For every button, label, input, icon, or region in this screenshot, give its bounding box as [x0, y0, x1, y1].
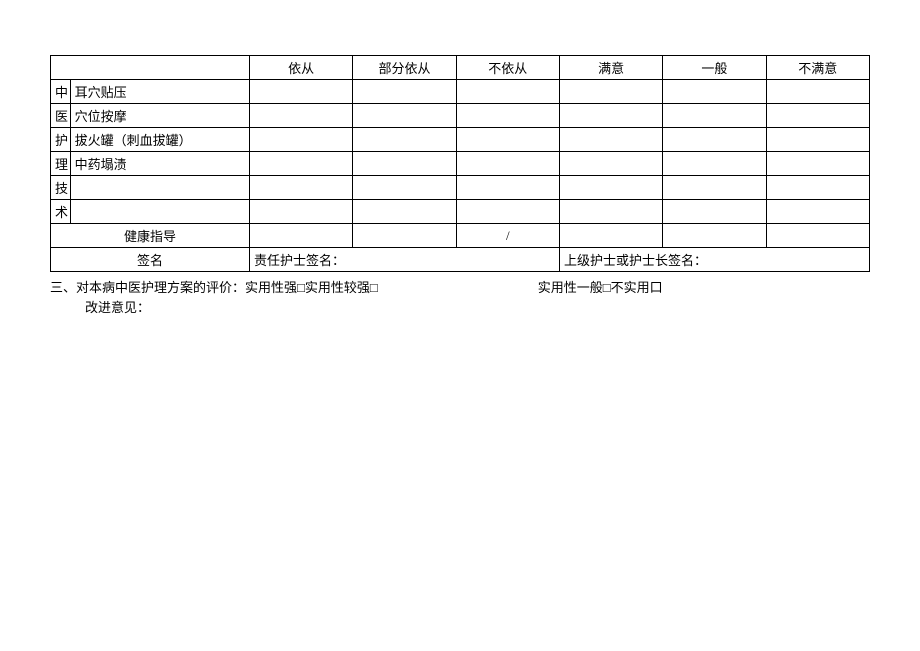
side-label-cell: 技 — [51, 176, 71, 200]
data-cell — [663, 80, 766, 104]
data-cell — [766, 104, 869, 128]
table-row: 技 — [51, 176, 870, 200]
footer-line-2: 改进意见： — [50, 298, 870, 318]
side-label-cell: 理 — [51, 152, 71, 176]
row-label — [70, 200, 249, 224]
row-label: 中药塌渍 — [70, 152, 249, 176]
header-normal: 一般 — [663, 56, 766, 80]
data-cell — [456, 104, 559, 128]
data-cell — [353, 104, 456, 128]
data-cell — [456, 128, 559, 152]
data-cell — [250, 152, 353, 176]
side-label-cell: 中 — [51, 80, 71, 104]
data-cell — [663, 176, 766, 200]
signature-row: 签名 责任护士签名： 上级护士或护士长签名： — [51, 248, 870, 272]
table-row: 医 穴位按摩 — [51, 104, 870, 128]
header-satisfied: 满意 — [559, 56, 662, 80]
side-label-cell: 医 — [51, 104, 71, 128]
row-label: 耳穴贴压 — [70, 80, 249, 104]
header-row: 依从 部分依从 不依从 满意 一般 不满意 — [51, 56, 870, 80]
data-cell — [250, 128, 353, 152]
header-empty — [51, 56, 250, 80]
row-label: 拔火罐（刺血拔罐） — [70, 128, 249, 152]
data-cell — [250, 104, 353, 128]
guidance-cell — [663, 224, 766, 248]
guidance-cell — [353, 224, 456, 248]
guidance-cell: / — [456, 224, 559, 248]
data-cell — [353, 128, 456, 152]
data-cell — [663, 104, 766, 128]
data-cell — [559, 200, 662, 224]
signature-label: 签名 — [51, 248, 250, 272]
header-partial: 部分依从 — [353, 56, 456, 80]
data-cell — [766, 80, 869, 104]
header-noncompliance: 不依从 — [456, 56, 559, 80]
table-row: 术 — [51, 200, 870, 224]
signature-right: 上级护士或护士长签名： — [559, 248, 869, 272]
table-row: 中 耳穴贴压 — [51, 80, 870, 104]
data-cell — [766, 200, 869, 224]
data-cell — [663, 128, 766, 152]
data-cell — [456, 176, 559, 200]
side-label-cell: 护 — [51, 128, 71, 152]
data-cell — [353, 152, 456, 176]
data-cell — [250, 80, 353, 104]
data-cell — [456, 200, 559, 224]
data-cell — [766, 152, 869, 176]
side-label-cell: 术 — [51, 200, 71, 224]
guidance-cell — [250, 224, 353, 248]
guidance-cell — [766, 224, 869, 248]
data-cell — [559, 152, 662, 176]
data-cell — [559, 104, 662, 128]
evaluation-table: 依从 部分依从 不依从 满意 一般 不满意 中 耳穴贴压 医 穴位按摩 护 拔火… — [50, 55, 870, 272]
footer-opt1: 实用性强□实用性较强□ — [245, 280, 378, 295]
guidance-label: 健康指导 — [51, 224, 250, 248]
header-unsatisfied: 不满意 — [766, 56, 869, 80]
guidance-cell — [559, 224, 662, 248]
signature-left: 责任护士签名： — [250, 248, 560, 272]
footer-section: 三、对本病中医护理方案的评价：实用性强□实用性较强□ 实用性一般□不实用口 改进意… — [50, 278, 870, 317]
row-label — [70, 176, 249, 200]
data-cell — [663, 200, 766, 224]
guidance-row: 健康指导 / — [51, 224, 870, 248]
table-row: 理 中药塌渍 — [51, 152, 870, 176]
footer-opt2: 实用性一般□不实用口 — [538, 280, 663, 295]
data-cell — [559, 80, 662, 104]
row-label: 穴位按摩 — [70, 104, 249, 128]
data-cell — [559, 176, 662, 200]
data-cell — [663, 152, 766, 176]
data-cell — [353, 80, 456, 104]
data-cell — [766, 128, 869, 152]
data-cell — [559, 128, 662, 152]
footer-line-1: 三、对本病中医护理方案的评价：实用性强□实用性较强□ 实用性一般□不实用口 — [50, 278, 870, 298]
data-cell — [456, 80, 559, 104]
data-cell — [353, 200, 456, 224]
data-cell — [250, 200, 353, 224]
data-cell — [353, 176, 456, 200]
footer-prefix: 三、对本病中医护理方案的评价： — [50, 280, 245, 295]
data-cell — [456, 152, 559, 176]
table-row: 护 拔火罐（刺血拔罐） — [51, 128, 870, 152]
header-compliance: 依从 — [250, 56, 353, 80]
data-cell — [766, 176, 869, 200]
data-cell — [250, 176, 353, 200]
